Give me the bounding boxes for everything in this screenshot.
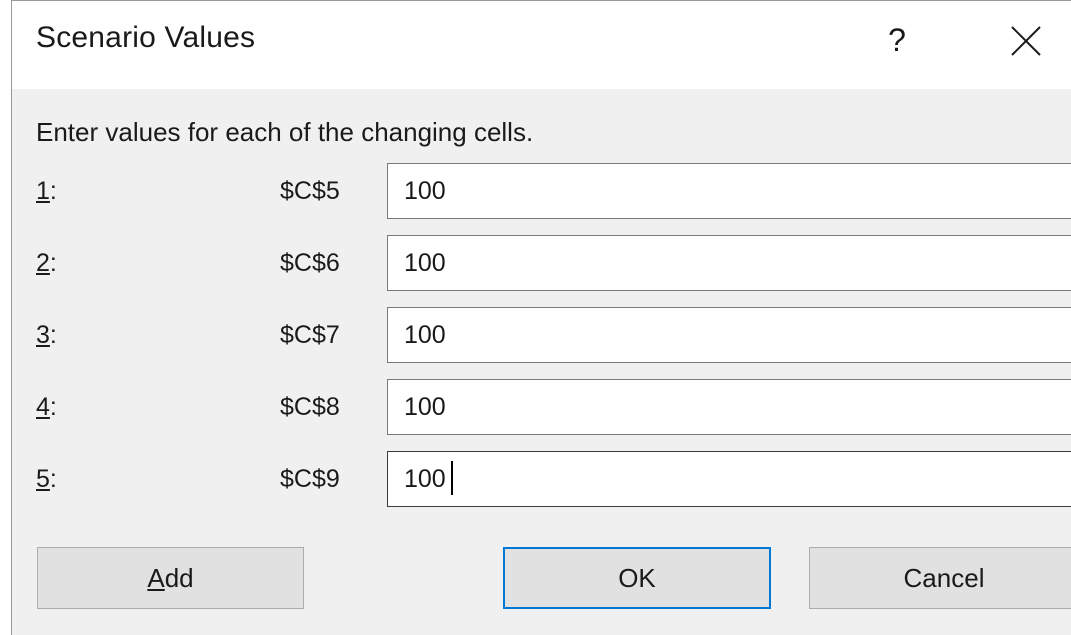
value-input-2[interactable] bbox=[387, 235, 1071, 291]
row-number: 2 bbox=[36, 249, 50, 277]
help-button[interactable]: ? bbox=[872, 15, 922, 65]
value-input-4[interactable] bbox=[387, 379, 1071, 435]
value-input-3[interactable] bbox=[387, 307, 1071, 363]
close-icon bbox=[1011, 26, 1041, 56]
row-colon: : bbox=[49, 393, 57, 421]
row-label-2: 2: bbox=[36, 249, 57, 278]
dialog-title: Scenario Values bbox=[36, 21, 256, 54]
add-mnemonic: A bbox=[147, 563, 165, 593]
title-bar: Scenario Values ? bbox=[12, 1, 1071, 89]
row-colon: : bbox=[49, 321, 57, 349]
row-label-3: 3: bbox=[36, 321, 57, 350]
row-label-1: 1: bbox=[36, 177, 57, 206]
ok-button[interactable]: OK bbox=[503, 547, 771, 609]
row-colon: : bbox=[49, 465, 57, 493]
cell-ref-4: $C$8 bbox=[280, 393, 340, 421]
cell-ref-3: $C$7 bbox=[280, 321, 340, 349]
row-colon: : bbox=[49, 249, 57, 277]
cell-ref-1: $C$5 bbox=[280, 177, 340, 205]
instruction-text: Enter values for each of the changing ce… bbox=[36, 117, 534, 147]
row-number: 3 bbox=[36, 321, 50, 349]
cell-ref-2: $C$6 bbox=[280, 249, 340, 277]
row-colon: : bbox=[49, 177, 57, 205]
row-label-4: 4: bbox=[36, 393, 57, 422]
row-number: 5 bbox=[36, 465, 50, 493]
close-button[interactable] bbox=[1002, 17, 1050, 65]
value-input-5[interactable] bbox=[387, 451, 1071, 507]
row-number: 1 bbox=[36, 177, 50, 205]
cell-ref-5: $C$9 bbox=[280, 465, 340, 493]
add-label-rest: dd bbox=[164, 563, 194, 593]
add-button[interactable]: Add bbox=[37, 547, 304, 609]
row-label-5: 5: bbox=[36, 465, 57, 494]
scenario-values-dialog: Scenario Values ? Enter values for each … bbox=[11, 0, 1071, 635]
text-caret bbox=[451, 461, 453, 495]
row-number: 4 bbox=[36, 393, 50, 421]
cancel-button[interactable]: Cancel bbox=[809, 547, 1071, 609]
value-input-1[interactable] bbox=[387, 163, 1071, 219]
